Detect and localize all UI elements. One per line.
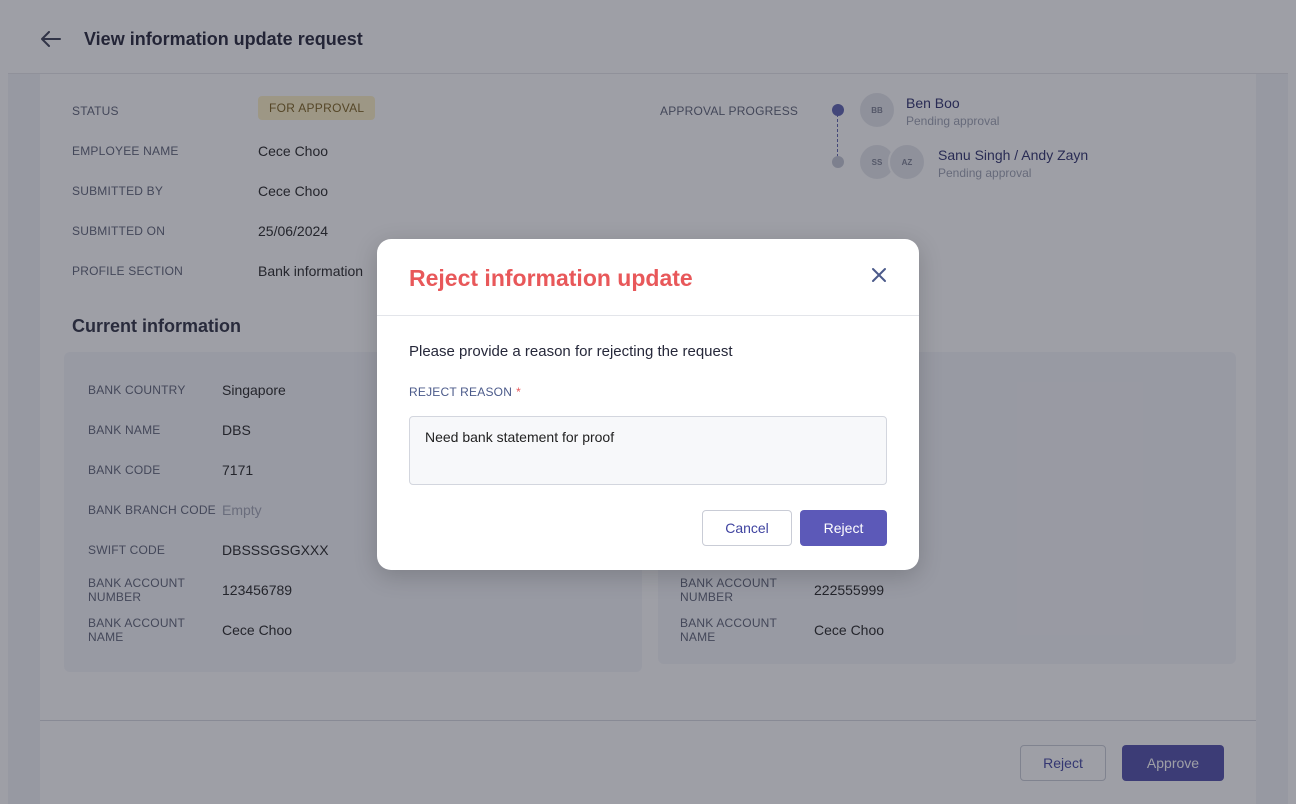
dialog-title: Reject information update (409, 265, 693, 291)
required-marker: * (516, 385, 521, 399)
reject-reason-label: REJECT REASON * (409, 385, 521, 399)
confirm-reject-button[interactable]: Reject (800, 510, 887, 546)
reject-reason-label-text: REJECT REASON (409, 385, 513, 399)
close-icon (872, 268, 886, 282)
reject-reason-input[interactable]: Need bank statement for proof (409, 416, 887, 485)
reject-dialog: Reject information update Please provide… (377, 239, 919, 570)
dialog-divider (377, 315, 919, 316)
dialog-prompt: Please provide a reason for rejecting th… (409, 343, 733, 360)
close-button[interactable] (869, 265, 889, 285)
cancel-button[interactable]: Cancel (702, 510, 792, 546)
